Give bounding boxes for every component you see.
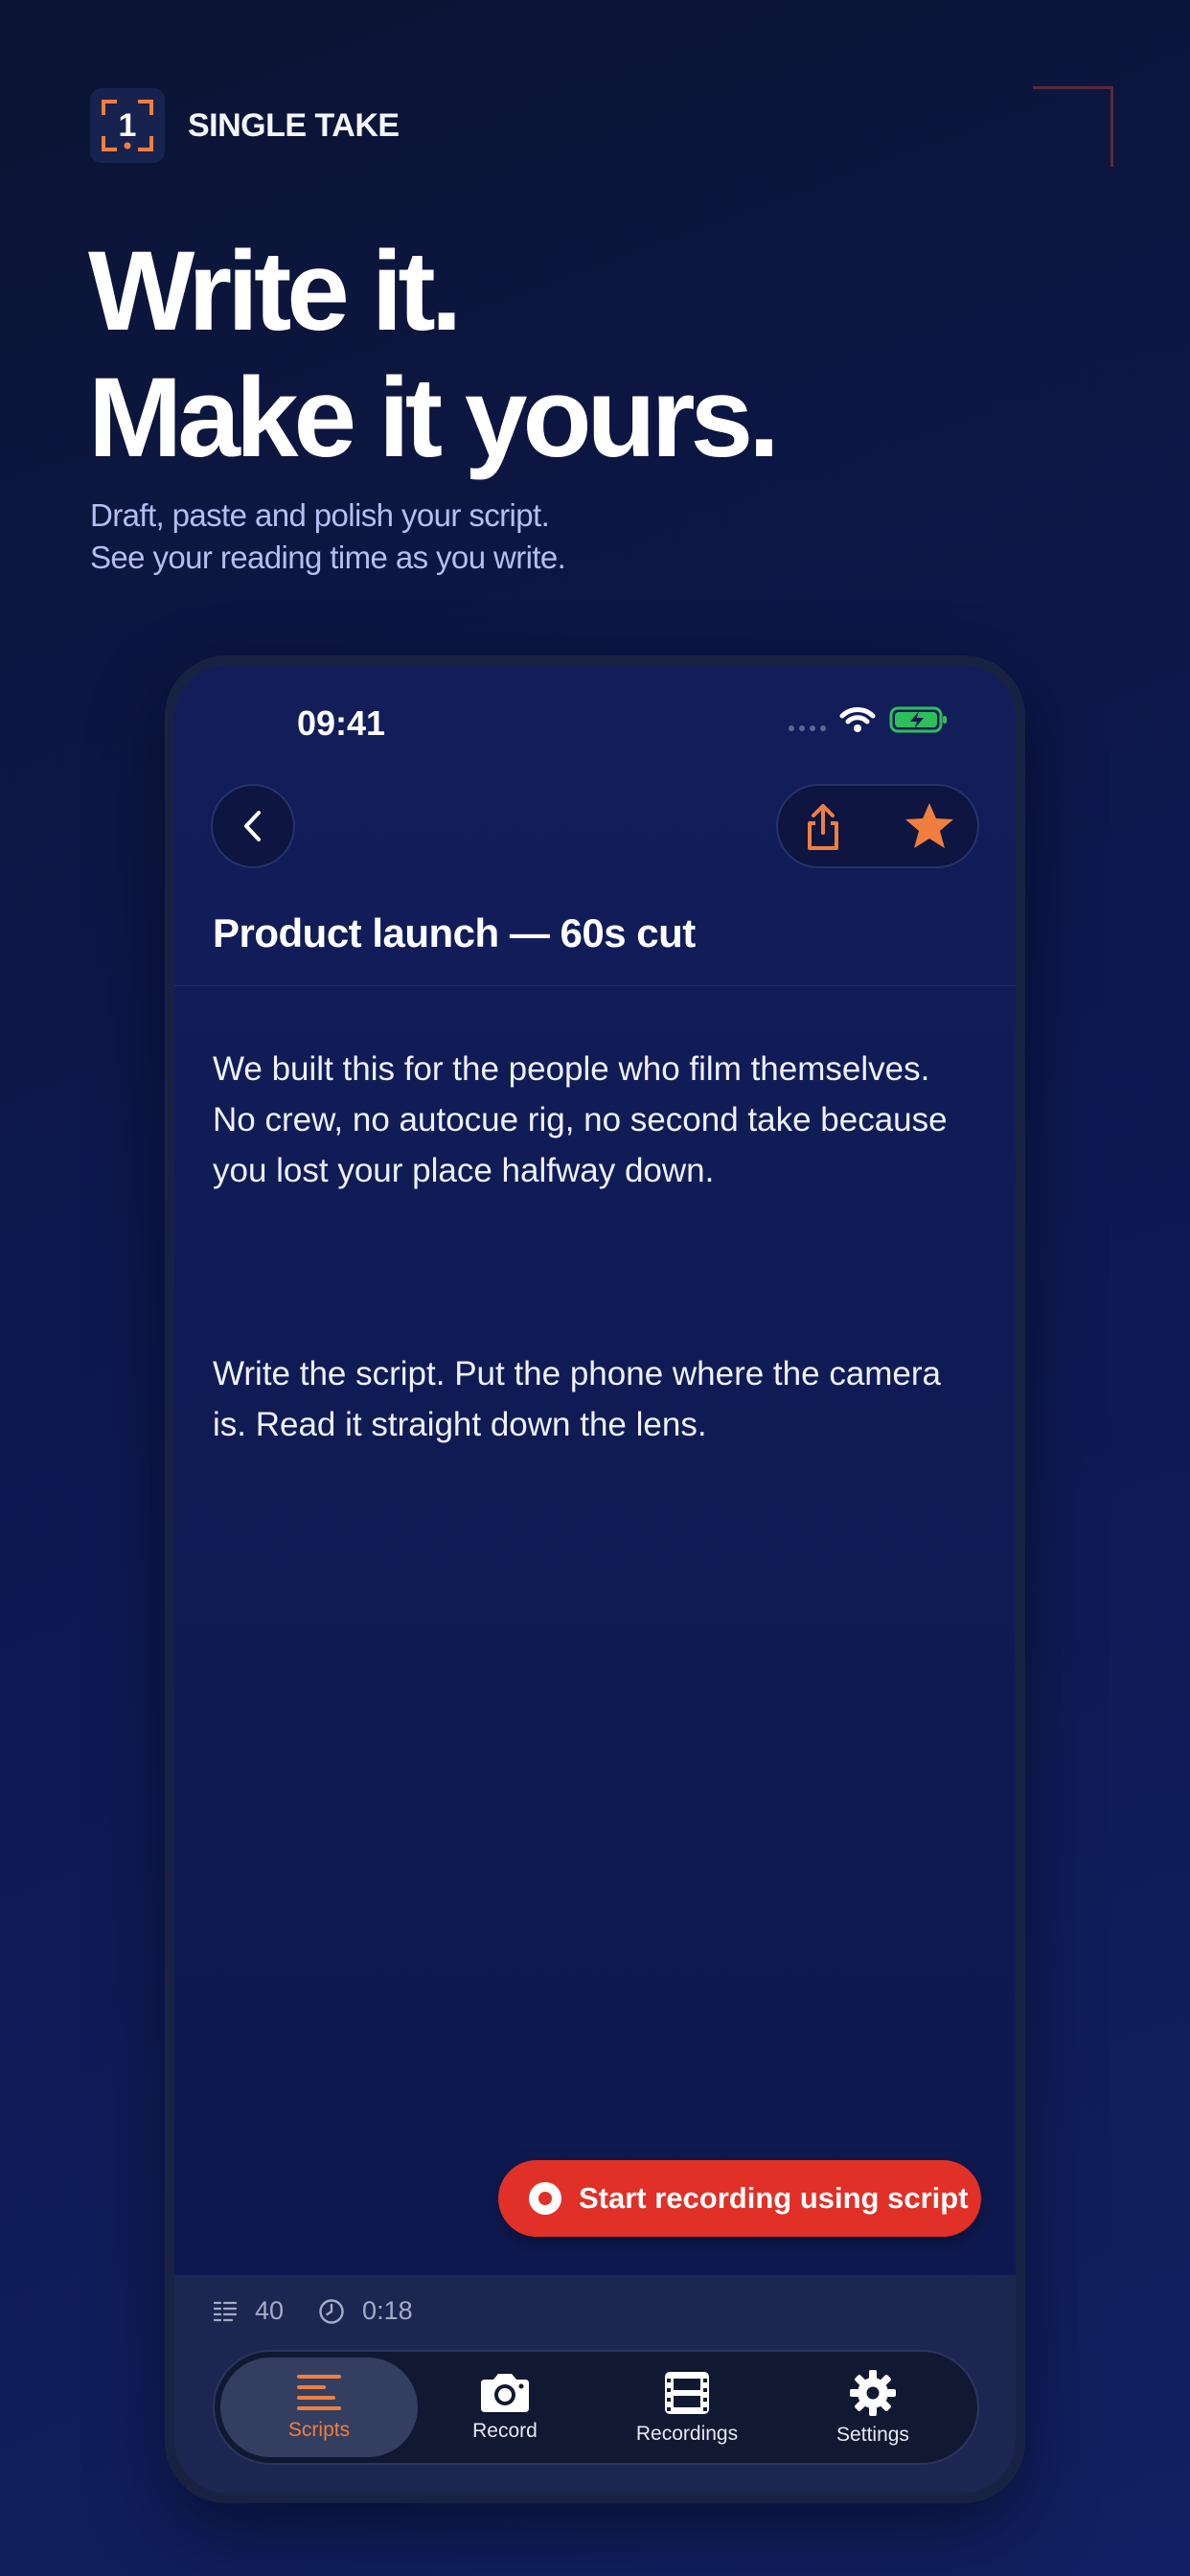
- svg-text:1: 1: [119, 107, 137, 144]
- script-line: Write the script. Put the phone where th…: [213, 1355, 942, 1392]
- wifi-icon: [839, 707, 876, 732]
- app-logo-icon: 1: [90, 88, 165, 163]
- word-count: 40: [255, 2296, 285, 2325]
- brand: 1 SINGLE TAKE: [90, 88, 400, 163]
- editor-actions: [776, 784, 979, 868]
- signal-dots-icon: [789, 708, 826, 731]
- tab-bar: Scripts Record Recordings Settings: [213, 2350, 979, 2465]
- brand-name: SINGLE TAKE: [188, 106, 400, 144]
- headline: Write it. Make it yours.: [88, 228, 780, 481]
- text-lines-icon: [213, 2301, 238, 2321]
- start-recording-label: Start recording using script: [579, 2181, 969, 2215]
- phone-frame: 09:41 Product launch — 60s cut We built …: [165, 656, 1025, 2503]
- lines-icon: [297, 2375, 341, 2410]
- subtext: Draft, paste and polish your script. See…: [90, 494, 566, 579]
- headline-line-2: Make it yours.: [88, 355, 780, 481]
- back-button[interactable]: [211, 784, 295, 868]
- start-recording-button[interactable]: Start recording using script: [498, 2160, 981, 2237]
- script-line: No crew, no autocue rig, no second take …: [213, 1101, 948, 1138]
- read-time-stat: 0:18: [318, 2296, 413, 2326]
- record-icon: [529, 2182, 561, 2215]
- subtext-line-1: Draft, paste and polish your script.: [90, 497, 550, 533]
- share-button[interactable]: [795, 799, 851, 855]
- tab-scripts[interactable]: Scripts: [220, 2358, 418, 2457]
- tab-recordings[interactable]: Recordings: [588, 2358, 786, 2457]
- film-icon: [665, 2372, 709, 2414]
- star-icon: [905, 803, 953, 848]
- corner-bracket-decoration: [1033, 86, 1113, 167]
- phone-screen: 09:41 Product launch — 60s cut We built …: [174, 665, 1016, 2494]
- read-time: 0:18: [362, 2296, 413, 2325]
- status-icons: [789, 705, 949, 734]
- tab-label: Record: [472, 2420, 538, 2442]
- clock-icon: [319, 2298, 344, 2324]
- gear-icon: [850, 2370, 896, 2416]
- tab-label: Settings: [836, 2424, 909, 2446]
- bottom-panel: 40 0:18 Scripts Record Recordings Settin…: [174, 2275, 1016, 2494]
- tab-label: Recordings: [635, 2423, 739, 2445]
- script-stats: 40 0:18: [213, 2296, 447, 2326]
- headline-line-1: Write it.: [88, 228, 463, 355]
- status-time: 09:41: [297, 703, 386, 743]
- script-line: We built this for the people who film th…: [213, 1050, 930, 1088]
- tab-settings[interactable]: Settings: [774, 2358, 972, 2457]
- camera-icon: [481, 2374, 529, 2412]
- script-line: is. Read it straight down the lens.: [213, 1406, 707, 1443]
- script-title[interactable]: Product launch — 60s cut: [213, 910, 696, 956]
- share-icon: [808, 804, 838, 850]
- tab-label: Scripts: [287, 2419, 351, 2441]
- script-editor[interactable]: We built this for the people who film th…: [213, 993, 979, 1501]
- battery-charging-icon: [889, 706, 947, 733]
- script-line: you lost your place halfway down.: [213, 1152, 715, 1189]
- tab-record[interactable]: Record: [406, 2358, 604, 2457]
- chevron-left-icon: [244, 811, 261, 841]
- word-count-stat: 40: [213, 2296, 284, 2326]
- favorite-button[interactable]: [901, 797, 958, 855]
- subtext-line-2: See your reading time as you write.: [90, 540, 566, 575]
- divider: [174, 985, 1016, 986]
